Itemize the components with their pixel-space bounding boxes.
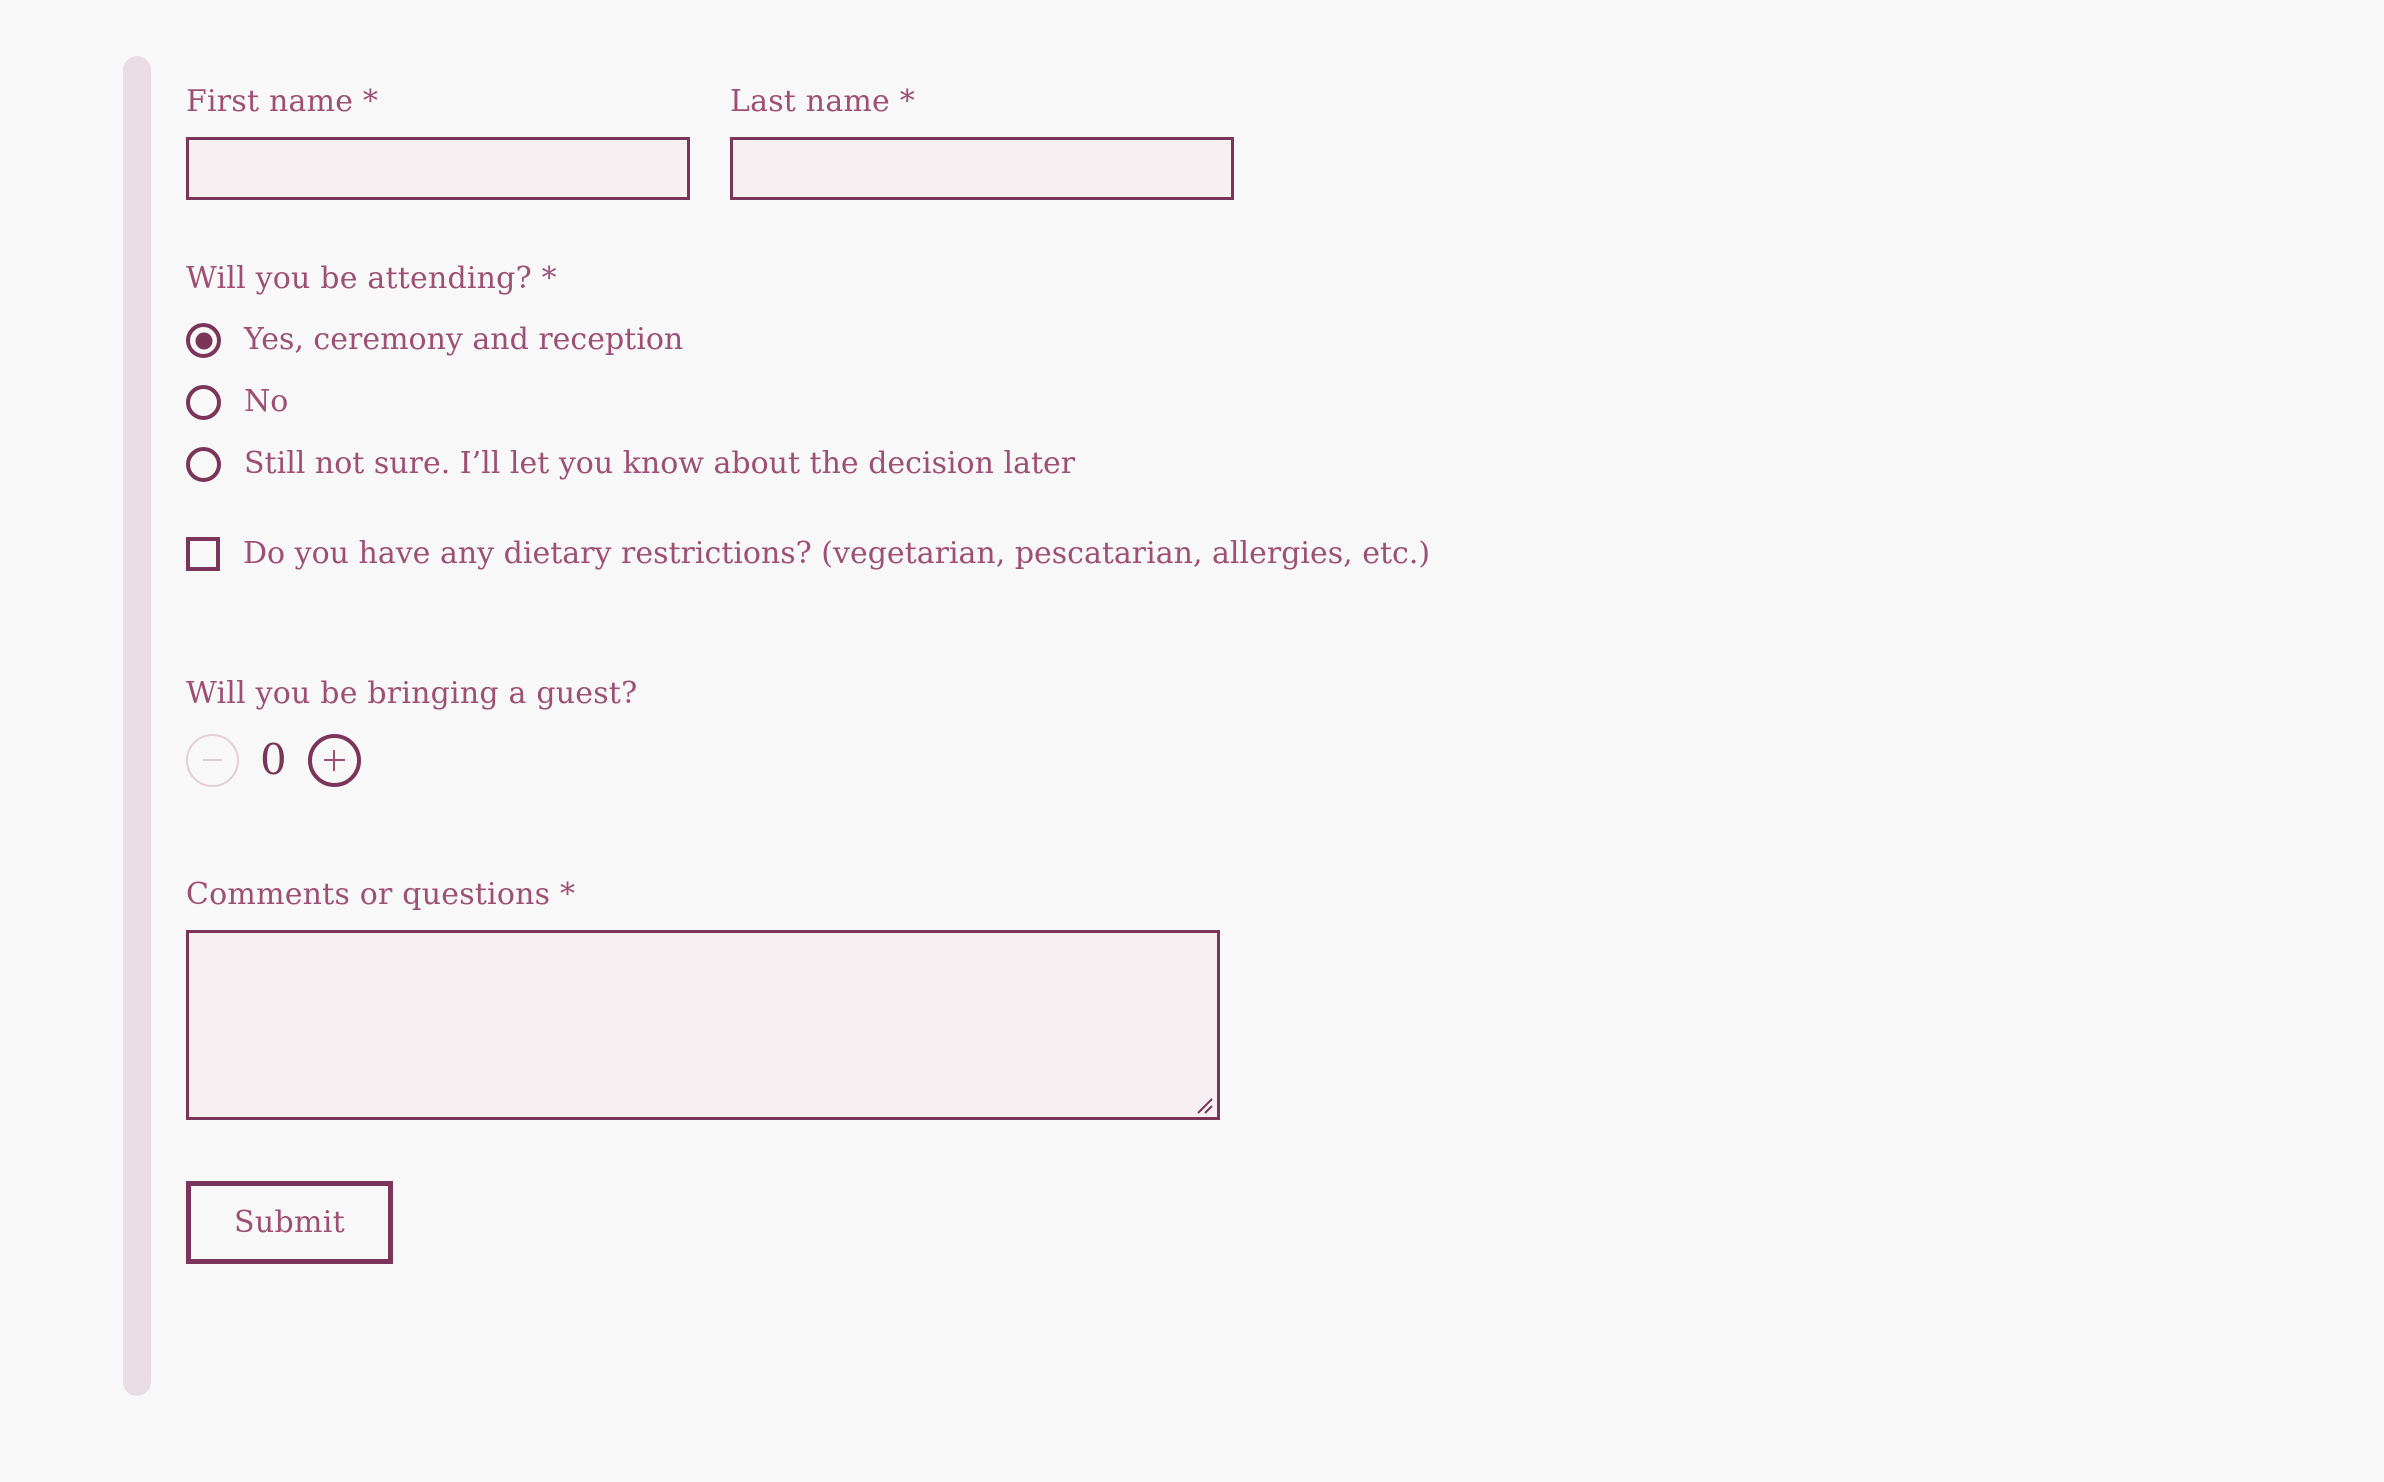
radio-unsure-icon[interactable] [186, 447, 221, 482]
guest-count-value: 0 [260, 735, 287, 784]
guest-decrement-button[interactable] [186, 733, 239, 787]
radio-unsure-label: Still not sure. I’ll let you know about … [244, 446, 1076, 482]
guest-quantity-stepper: 0 [186, 733, 2286, 787]
comments-textarea[interactable] [186, 929, 1220, 1120]
rsvp-form-page: First name * Last name * Will you be att… [0, 0, 2384, 1482]
radio-no-label: No [244, 384, 289, 420]
radio-option-unsure[interactable]: Still not sure. I’ll let you know about … [186, 447, 2286, 482]
dietary-checkbox-label: Do you have any dietary restrictions? (v… [243, 536, 1431, 571]
dietary-restrictions-row[interactable]: Do you have any dietary restrictions? (v… [186, 536, 2286, 572]
last-name-field-group: Last name * [730, 84, 1234, 200]
radio-yes-label: Yes, ceremony and reception [244, 322, 684, 358]
radio-option-no[interactable]: No [186, 385, 2286, 420]
guest-question-group: Will you be bringing a guest? 0 [186, 676, 2286, 787]
guest-label: Will you be bringing a guest? [186, 675, 638, 711]
radio-no-icon[interactable] [186, 385, 221, 420]
last-name-input[interactable] [730, 137, 1234, 200]
comments-label: Comments or questions * [186, 876, 576, 912]
first-name-field-group: First name * [186, 84, 690, 200]
attending-label: Will you be attending? * [186, 261, 557, 296]
radio-option-yes[interactable]: Yes, ceremony and reception [186, 323, 2286, 358]
radio-yes-icon[interactable] [186, 323, 221, 358]
comments-textarea-wrapper [186, 929, 1220, 1120]
name-fields-row: First name * Last name * [186, 84, 2286, 200]
comments-field-group: Comments or questions * [186, 877, 2286, 1120]
guest-increment-button[interactable] [307, 733, 361, 787]
submit-button[interactable]: Submit [186, 1180, 393, 1264]
rsvp-form: First name * Last name * Will you be att… [186, 84, 2286, 1264]
first-name-input[interactable] [186, 137, 690, 200]
attending-question-group: Will you be attending? * Yes, ceremony a… [186, 261, 2286, 482]
last-name-label: Last name * [730, 84, 915, 119]
dietary-checkbox-icon[interactable] [186, 537, 220, 572]
left-accent-bar [123, 56, 151, 1396]
first-name-label: First name * [186, 84, 379, 119]
